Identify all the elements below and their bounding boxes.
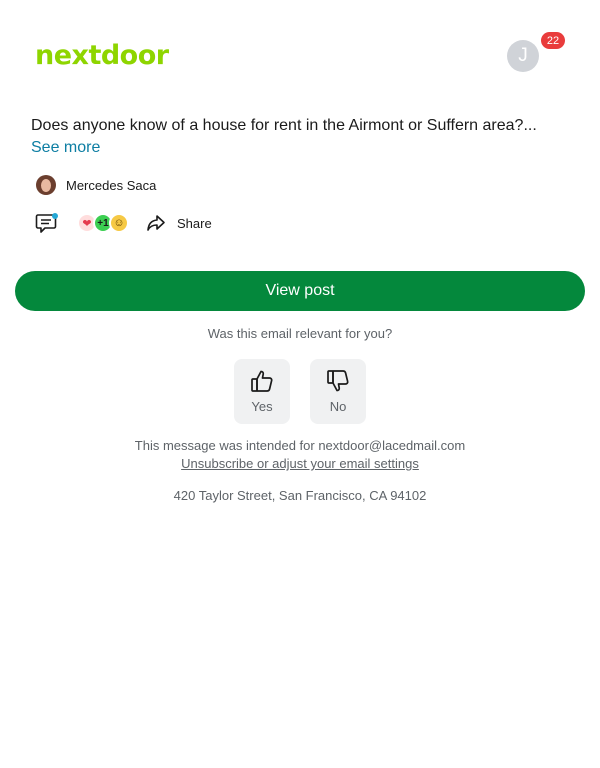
yes-label: Yes	[251, 399, 273, 414]
avatar[interactable]: J	[507, 40, 539, 72]
unread-dot	[52, 213, 58, 219]
thumbs-up-icon	[251, 370, 273, 392]
share-button[interactable]: Share	[145, 212, 212, 234]
share-label: Share	[177, 215, 212, 231]
see-more-link[interactable]: See more	[31, 137, 100, 159]
notification-badge: 22	[541, 32, 565, 49]
post-text[interactable]: Does anyone know of a house for rent in …	[31, 115, 576, 137]
unsubscribe-link[interactable]: Unsubscribe or adjust your email setting…	[0, 456, 600, 471]
post-author[interactable]: Mercedes Saca	[36, 175, 156, 195]
comment-icon[interactable]	[35, 212, 58, 234]
thumbs-up-button[interactable]: Yes	[234, 359, 290, 424]
user-avatar-container[interactable]: J 22	[507, 32, 565, 72]
thumbs-down-icon	[327, 370, 349, 392]
email-page: nextdoor J 22 Does anyone know of a hous…	[0, 0, 600, 768]
intended-for-text: This message was intended for nextdoor@l…	[134, 438, 466, 453]
share-icon	[147, 215, 165, 231]
view-post-button[interactable]: View post	[15, 271, 585, 311]
post-actions: ❤ +1 ☺ Share	[35, 211, 212, 235]
nextdoor-logo[interactable]: nextdoor	[35, 40, 169, 71]
reactions[interactable]: ❤ +1 ☺	[77, 213, 129, 233]
thumbs-down-button[interactable]: No	[310, 359, 366, 424]
feedback-question: Was this email relevant for you?	[207, 326, 393, 341]
smile-icon: ☺	[109, 213, 129, 233]
no-label: No	[329, 399, 347, 414]
author-name[interactable]: Mercedes Saca	[66, 178, 156, 193]
author-avatar	[36, 175, 56, 195]
postal-address: 420 Taylor Street, San Francisco, CA 941…	[173, 488, 427, 503]
